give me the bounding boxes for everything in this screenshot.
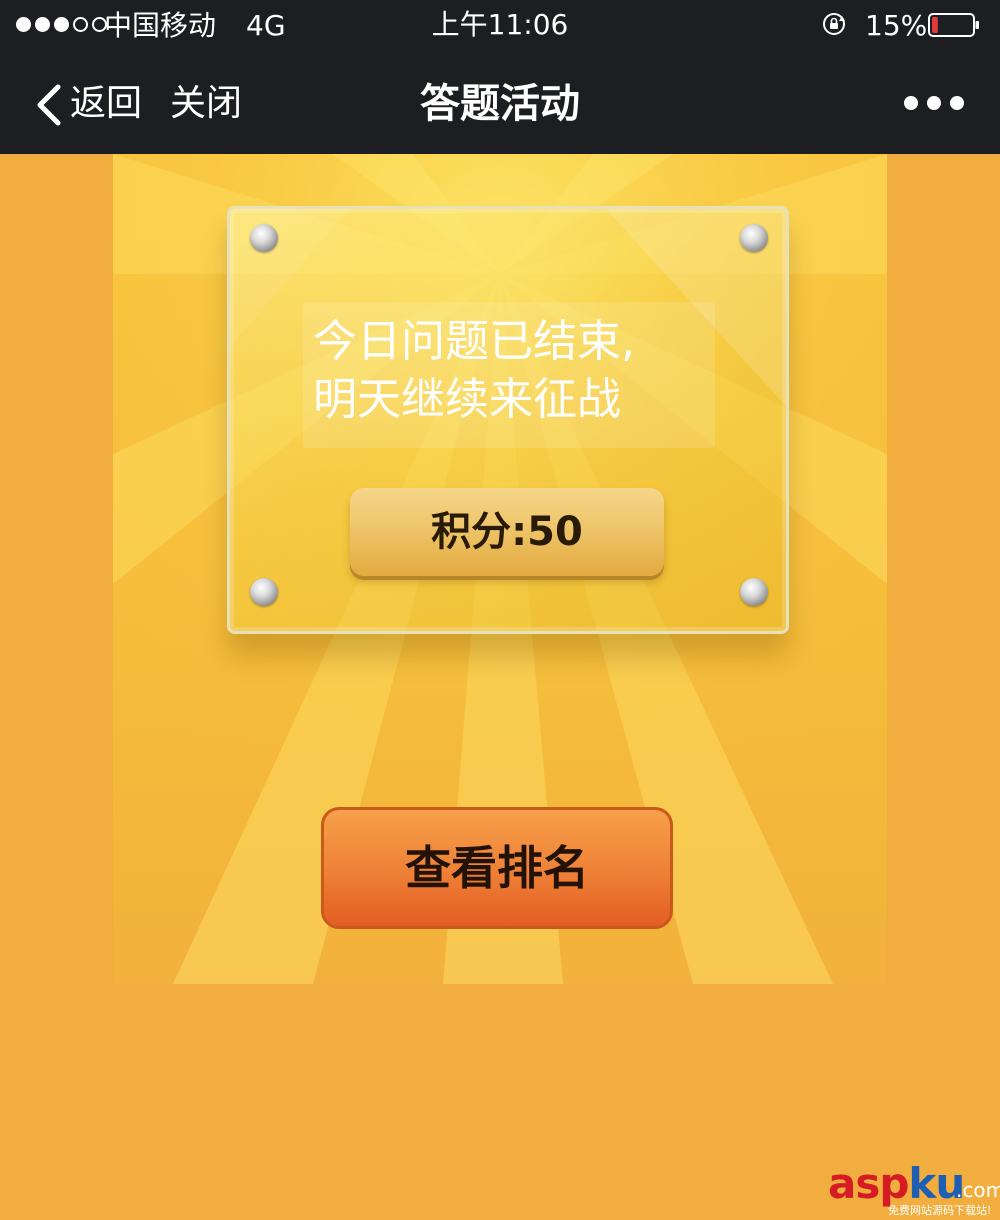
more-dots-icon[interactable] bbox=[904, 96, 964, 110]
battery-fill bbox=[932, 17, 938, 33]
battery-percent: 15% bbox=[865, 9, 928, 42]
battery-icon bbox=[928, 13, 979, 37]
screw-icon bbox=[740, 224, 768, 252]
screw-icon bbox=[740, 578, 768, 606]
watermark-logo: aspku .com 免费网站源码下载站! bbox=[828, 1159, 1000, 1218]
message-line-1: 今日问题已结束, bbox=[313, 316, 635, 367]
status-bar: 中国移动 4G 上午11:06 15% bbox=[0, 0, 1000, 54]
more-dot bbox=[927, 96, 941, 110]
screw-icon bbox=[250, 578, 278, 606]
watermark-tagline: 免费网站源码下载站! bbox=[888, 1204, 992, 1217]
view-ranking-button[interactable]: 查看排名 bbox=[321, 807, 673, 929]
watermark-dotcom: .com bbox=[956, 1178, 1000, 1202]
navigation-bar: 返回 关闭 答题活动 bbox=[0, 54, 1000, 154]
score-display-button: 积分:50 bbox=[350, 488, 664, 576]
screw-icon bbox=[250, 224, 278, 252]
more-dot bbox=[904, 96, 918, 110]
rotation-lock-icon bbox=[823, 13, 845, 35]
watermark-brand-red: asp bbox=[828, 1159, 909, 1208]
watermark-brand: aspku bbox=[828, 1159, 965, 1208]
status-time: 上午11:06 bbox=[431, 8, 569, 41]
page-title: 答题活动 bbox=[420, 81, 580, 127]
message-line-2: 明天继续来征战 bbox=[313, 374, 621, 425]
more-dot bbox=[950, 96, 964, 110]
top-bar: 中国移动 4G 上午11:06 15% 返回 关闭 答题活动 bbox=[0, 0, 1000, 154]
